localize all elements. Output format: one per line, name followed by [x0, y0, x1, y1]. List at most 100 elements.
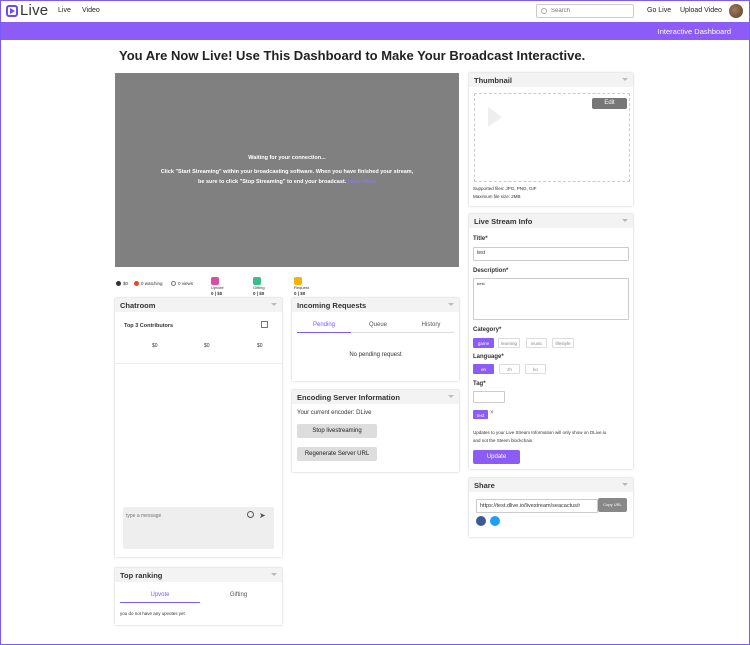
share-url-input[interactable]: https://test.dlive.io/livestream/seacact… [476, 499, 598, 513]
top-ranking-panel: Top ranking Upvote Gifting you do not ha… [115, 568, 282, 625]
play-icon [488, 107, 502, 127]
tag-chip: test [473, 410, 488, 419]
thumbnail-header: Thumbnail [469, 73, 633, 87]
collapse-icon[interactable] [622, 78, 628, 81]
learn-more-link[interactable]: Learn More [348, 179, 376, 185]
top-navbar: Live Live Video Go Live Upload Video [1, 1, 749, 22]
language-chip-zh[interactable]: zh [499, 364, 520, 374]
description-textarea[interactable]: best [473, 278, 629, 320]
nav-link-video[interactable]: Video [82, 7, 100, 14]
emoji-icon[interactable] [247, 511, 254, 518]
gift-icon [253, 277, 261, 285]
tab-gifting[interactable]: Gifting [200, 592, 277, 598]
message-input[interactable] [126, 511, 236, 521]
top-ranking-header: Top ranking [115, 568, 282, 582]
dashboard-bar: Interactive Dashboard [1, 22, 749, 40]
go-live-link[interactable]: Go Live [647, 7, 671, 14]
search-box[interactable] [536, 4, 634, 18]
update-note-line-2: and not the Steem blockchain. [473, 438, 534, 443]
category-chip-lifestyle[interactable]: lifestyle [552, 338, 574, 348]
max-size-text: Maximum file size: 2MB [473, 194, 521, 199]
contributor-value: $0 [257, 343, 263, 349]
thumbs-up-icon [211, 277, 219, 285]
collapse-icon[interactable] [271, 573, 277, 576]
collapse-icon[interactable] [271, 303, 277, 306]
tab-queue[interactable]: Queue [351, 322, 405, 328]
chatroom-header: Chatroom [115, 298, 282, 312]
dashboard-bar-label[interactable]: Interactive Dashboard [658, 27, 731, 36]
title-label: Title* [473, 236, 488, 242]
category-chip-game[interactable]: game [473, 338, 494, 348]
regenerate-url-button[interactable]: Regenerate Server URL [297, 447, 377, 461]
remove-tag-icon[interactable]: × [490, 410, 494, 416]
thumbnail-panel: Thumbnail Edit Supported files: JPG, PNG… [469, 73, 633, 206]
stream-info-panel: Live Stream Info Title* test Description… [469, 214, 633, 469]
current-encoder-text: Your current encoder: DLive [297, 410, 372, 416]
collapse-icon[interactable] [448, 303, 454, 306]
facebook-icon[interactable] [476, 516, 486, 526]
no-pending-text: No pending request [349, 352, 402, 358]
share-panel: Share https://test.dlive.io/livestream/s… [469, 478, 633, 537]
dlive-logo-icon[interactable] [6, 5, 18, 17]
stop-livestreaming-button[interactable]: Stop livestreaming [297, 424, 377, 438]
viewer-icon [134, 281, 139, 287]
language-label: Language* [473, 354, 504, 360]
category-label: Category* [473, 327, 502, 333]
edit-thumbnail-button[interactable]: Edit [592, 98, 627, 109]
contributor-value: $0 [152, 343, 158, 349]
top-contributors-label: Top 3 Contributors [124, 323, 174, 329]
update-button[interactable]: Update [473, 450, 520, 464]
views-stat: 0 views [171, 281, 193, 287]
share-header: Share [469, 478, 633, 492]
language-chip-en[interactable]: en [473, 364, 494, 374]
stream-info-header: Live Stream Info [469, 214, 633, 228]
instruction-line-2: be sure to click "Stop Streaming" to end… [198, 179, 376, 185]
tab-history[interactable]: History [405, 322, 457, 328]
language-chip-ko[interactable]: ko [525, 364, 546, 374]
nav-link-live[interactable]: Live [58, 7, 71, 14]
tab-pending[interactable]: Pending [297, 322, 351, 328]
waiting-text: Waiting for your connection... [248, 155, 326, 161]
earnings-stat: $0 [116, 281, 128, 287]
collapse-icon[interactable] [622, 483, 628, 486]
user-avatar[interactable] [729, 4, 743, 18]
message-box[interactable]: ➤ [123, 507, 274, 549]
gifting-stat: Gifting 0 | $0 [253, 277, 265, 297]
contributor-value: $0 [204, 343, 210, 349]
upload-video-link[interactable]: Upload Video [680, 7, 722, 14]
logo-text[interactable]: Live [20, 2, 48, 19]
request-icon [294, 277, 302, 285]
collapse-icon[interactable] [622, 219, 628, 222]
thumbnail-dropzone[interactable]: Edit [474, 93, 630, 182]
copy-url-button[interactable]: Copy URL [598, 498, 627, 512]
instruction-line-1: Click "Start Streaming" within your broa… [160, 169, 414, 175]
upvote-stat: Upvote 0 | $0 [211, 277, 224, 297]
active-tab-indicator [120, 602, 200, 603]
tag-label: Tag* [473, 381, 486, 387]
encoding-panel: Encoding Server Information Your current… [292, 390, 459, 472]
active-tab-indicator [297, 332, 351, 333]
tag-input[interactable] [473, 391, 505, 403]
collapse-icon[interactable] [448, 395, 454, 398]
tab-upvote[interactable]: Upvote [120, 592, 200, 598]
incoming-requests-header: Incoming Requests [292, 298, 459, 312]
supported-files-text: Supported files: JPG, PNG, GIF [473, 186, 537, 191]
send-icon[interactable]: ➤ [259, 511, 266, 520]
description-label: Description* [473, 268, 509, 274]
stream-preview: Waiting for your connection... Click "St… [115, 73, 459, 267]
incoming-requests-panel: Incoming Requests Pending Queue History … [292, 298, 459, 381]
title-input[interactable]: test [473, 247, 629, 261]
search-icon [541, 8, 547, 14]
twitter-icon[interactable] [490, 516, 500, 526]
search-input[interactable] [551, 6, 631, 16]
chatroom-panel: Chatroom Top 3 Contributors $0 $0 $0 ➤ [115, 298, 282, 557]
category-chip-music[interactable]: music [526, 338, 547, 348]
coin-icon [116, 281, 121, 287]
page-title: You Are Now Live! Use This Dashboard to … [119, 48, 586, 63]
request-stat: Request 0 | $0 [294, 277, 309, 297]
eye-icon [171, 281, 176, 287]
watching-stat: 0 watching [134, 281, 163, 287]
external-link-icon[interactable] [261, 321, 268, 328]
encoding-header: Encoding Server Information [292, 390, 459, 404]
category-chip-learning[interactable]: learning [498, 338, 520, 348]
